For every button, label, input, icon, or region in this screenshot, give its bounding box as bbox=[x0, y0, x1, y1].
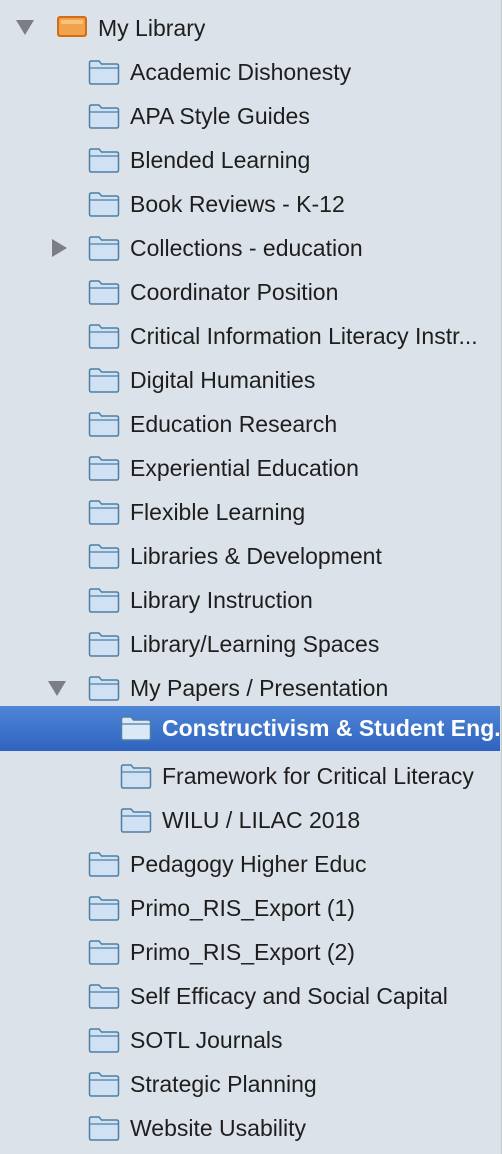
collection-label: Primo_RIS_Export (2) bbox=[130, 938, 355, 965]
collection-label: Experiential Education bbox=[130, 454, 359, 481]
folder-icon bbox=[88, 148, 120, 173]
collection-label: Self Efficacy and Social Capital bbox=[130, 982, 448, 1009]
folder-icon bbox=[120, 764, 152, 789]
folder-icon bbox=[88, 280, 120, 305]
collection-label: APA Style Guides bbox=[130, 102, 310, 129]
collection-label: Flexible Learning bbox=[130, 498, 306, 525]
folder-icon bbox=[88, 984, 120, 1009]
folder-icon bbox=[88, 676, 120, 701]
collection-label: Coordinator Position bbox=[130, 278, 339, 305]
collection-row[interactable]: Framework for Critical Literacy bbox=[0, 754, 500, 798]
collection-row[interactable]: Library Instruction bbox=[0, 578, 500, 622]
collection-label: SOTL Journals bbox=[130, 1026, 283, 1053]
folder-icon bbox=[120, 716, 152, 741]
folder-icon bbox=[88, 324, 120, 349]
collection-row[interactable]: Constructivism & Student Eng... bbox=[0, 706, 502, 751]
collection-row[interactable]: Pedagogy Higher Educ bbox=[0, 842, 500, 886]
folder-icon bbox=[88, 500, 120, 525]
collection-row[interactable]: Education Research bbox=[0, 402, 500, 446]
folder-icon bbox=[88, 192, 120, 217]
collection-row[interactable]: Coordinator Position bbox=[0, 270, 500, 314]
collection-label: WILU / LILAC 2018 bbox=[162, 806, 361, 833]
collection-label: Website Usability bbox=[130, 1114, 306, 1141]
collection-row[interactable]: Website Usability bbox=[0, 1106, 500, 1150]
collection-label: Collections - education bbox=[130, 234, 363, 261]
library-row[interactable]: My Library bbox=[0, 6, 500, 50]
collection-row[interactable]: Libraries & Development bbox=[0, 534, 500, 578]
collection-row[interactable]: Flexible Learning bbox=[0, 490, 500, 534]
collection-label: Libraries & Development bbox=[130, 542, 382, 569]
collection-label: Constructivism & Student Eng... bbox=[162, 715, 502, 741]
folder-icon bbox=[88, 588, 120, 613]
collection-label: Strategic Planning bbox=[130, 1070, 317, 1097]
collection-row[interactable]: Library/Learning Spaces bbox=[0, 622, 500, 666]
library-label: My Library bbox=[98, 14, 206, 41]
collection-label: Framework for Critical Literacy bbox=[162, 762, 474, 789]
collection-row[interactable]: Primo_RIS_Export (1) bbox=[0, 886, 500, 930]
collection-label: Digital Humanities bbox=[130, 366, 316, 393]
collection-row[interactable]: Blended Learning bbox=[0, 138, 500, 182]
disclosure-expanded-icon[interactable] bbox=[48, 681, 66, 696]
folder-icon bbox=[88, 632, 120, 657]
collection-label: Critical Information Literacy Instr... bbox=[130, 322, 478, 349]
collection-label: Pedagogy Higher Educ bbox=[130, 850, 367, 877]
disclosure-expanded-icon[interactable] bbox=[16, 20, 34, 35]
collection-row[interactable]: Digital Humanities bbox=[0, 358, 500, 402]
collection-row[interactable]: Experiential Education bbox=[0, 446, 500, 490]
library-icon bbox=[57, 16, 87, 37]
collection-label: Blended Learning bbox=[130, 146, 311, 173]
collection-row[interactable]: Collections - education bbox=[0, 226, 500, 270]
folder-icon bbox=[120, 808, 152, 833]
collection-row[interactable]: My Papers / Presentation bbox=[0, 666, 500, 710]
collection-row[interactable]: APA Style Guides bbox=[0, 94, 500, 138]
collection-label: Academic Dishonesty bbox=[130, 58, 352, 85]
folder-icon bbox=[88, 1116, 120, 1141]
collection-label: Education Research bbox=[130, 410, 338, 437]
folder-icon bbox=[88, 104, 120, 129]
collection-row[interactable]: Self Efficacy and Social Capital bbox=[0, 974, 500, 1018]
folder-icon bbox=[88, 940, 120, 965]
folder-icon bbox=[88, 412, 120, 437]
folder-icon bbox=[88, 544, 120, 569]
folder-icon bbox=[88, 60, 120, 85]
folder-icon bbox=[88, 368, 120, 393]
collection-row[interactable]: Academic Dishonesty bbox=[0, 50, 500, 94]
collection-label: Library/Learning Spaces bbox=[130, 630, 380, 657]
folder-icon bbox=[88, 1072, 120, 1097]
collection-row[interactable]: SOTL Journals bbox=[0, 1018, 500, 1062]
collection-row[interactable]: Strategic Planning bbox=[0, 1062, 500, 1106]
collections-pane: My Library Academic Dishonesty APA Style … bbox=[0, 0, 502, 1154]
collection-label: My Papers / Presentation bbox=[130, 674, 389, 701]
folder-icon bbox=[88, 896, 120, 921]
collection-row[interactable]: Book Reviews - K-12 bbox=[0, 182, 500, 226]
collection-label: Book Reviews - K-12 bbox=[130, 190, 345, 217]
folder-icon bbox=[88, 456, 120, 481]
disclosure-collapsed-icon[interactable] bbox=[52, 239, 67, 257]
collection-row[interactable]: Primo_RIS_Export (2) bbox=[0, 930, 500, 974]
collection-row[interactable]: WILU / LILAC 2018 bbox=[0, 798, 500, 842]
collection-label: Primo_RIS_Export (1) bbox=[130, 894, 355, 921]
folder-icon bbox=[88, 236, 120, 261]
folder-icon bbox=[88, 852, 120, 877]
collection-label: Library Instruction bbox=[130, 586, 313, 613]
collection-row[interactable]: Critical Information Literacy Instr... bbox=[0, 314, 500, 358]
folder-icon bbox=[88, 1028, 120, 1053]
